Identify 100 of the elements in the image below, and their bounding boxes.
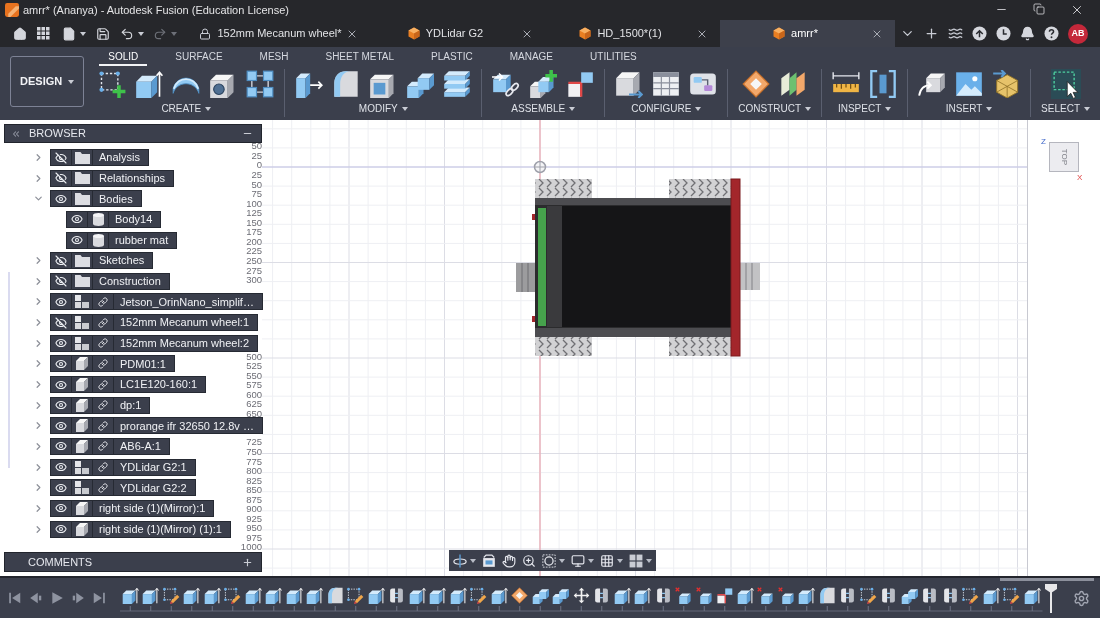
bell-icon[interactable]: [1020, 26, 1035, 41]
cubes-plus-icon[interactable]: [529, 70, 558, 98]
box-arrow-icon[interactable]: [183, 587, 201, 604]
cube-cross-icon[interactable]: [757, 587, 775, 604]
overlapping-cubes-icon[interactable]: [531, 587, 549, 604]
eye-slash-icon[interactable]: [55, 275, 67, 288]
hand-icon[interactable]: [502, 553, 516, 568]
rounded-block-icon[interactable]: [332, 70, 361, 98]
box-side-arrow-icon[interactable]: [615, 70, 644, 98]
circle-arrow-icon[interactable]: [972, 26, 987, 41]
group-menu[interactable]: INSPECT: [837, 103, 892, 115]
group-menu[interactable]: CREATE: [161, 103, 212, 115]
fit-icon[interactable]: [542, 553, 556, 568]
box-arrow-icon[interactable]: [736, 587, 754, 604]
toolbar-tab[interactable]: MANAGE: [500, 50, 563, 66]
toolbar-tab[interactable]: MESH: [250, 50, 298, 66]
box-arrow-icon[interactable]: [982, 587, 1000, 604]
play-icon[interactable]: [50, 591, 64, 605]
browser-item[interactable]: prorange ifr 32650 12.8v …: [50, 417, 263, 435]
help-icon[interactable]: [1044, 26, 1059, 41]
eye-slash-icon[interactable]: [55, 254, 67, 267]
box-arrow-icon[interactable]: [429, 587, 447, 604]
browser-item[interactable]: Relationships: [50, 169, 175, 187]
paired-blocks-icon[interactable]: [921, 587, 939, 604]
group-menu[interactable]: SELECT: [1041, 103, 1090, 115]
four-way-arrow-icon[interactable]: [572, 587, 590, 604]
box-arrow-icon[interactable]: [306, 587, 324, 604]
browser-item[interactable]: 152mm Mecanum wheel:1: [50, 314, 258, 332]
user-avatar[interactable]: AB: [1068, 23, 1088, 44]
browser-item[interactable]: Sketches: [50, 252, 154, 270]
chevron-right-icon[interactable]: [33, 502, 44, 514]
wave-lines-icon[interactable]: [948, 26, 963, 41]
toolbar-tab[interactable]: SHEET METAL: [316, 50, 403, 66]
box-arrow-icon[interactable]: [798, 587, 816, 604]
restore-icon[interactable]: [1033, 3, 1045, 15]
browser-item[interactable]: right side (1)(Mirror):1: [50, 499, 215, 517]
skip-forward-icon[interactable]: [92, 591, 106, 605]
timeline-marker-icon[interactable]: [1043, 583, 1058, 613]
scrollbar[interactable]: [1000, 578, 1094, 581]
eye-icon[interactable]: [55, 419, 67, 432]
sketch-pencil-icon[interactable]: [859, 587, 877, 604]
collapse-icon[interactable]: [11, 128, 21, 139]
eye-icon[interactable]: [71, 213, 83, 226]
toolbar-tab[interactable]: UTILITIES: [581, 50, 646, 66]
parallel-planes-icon[interactable]: [779, 70, 808, 98]
box-arrow-icon[interactable]: [285, 587, 303, 604]
browser-item[interactable]: dp:1: [50, 396, 151, 414]
workspace-button[interactable]: DESIGN: [10, 56, 85, 107]
cube-cross-icon[interactable]: [695, 587, 713, 604]
undo-icon[interactable]: [120, 26, 134, 41]
eye-slash-icon[interactable]: [55, 316, 67, 329]
box-chain-icon[interactable]: [492, 70, 521, 98]
stacked-slabs-icon[interactable]: [443, 70, 472, 98]
box-arrow-icon[interactable]: [135, 70, 164, 98]
group-menu[interactable]: CONSTRUCT: [738, 103, 812, 115]
sketch-pencil-icon[interactable]: [470, 587, 488, 604]
file-icon[interactable]: [62, 26, 76, 41]
eye-icon[interactable]: [55, 378, 67, 391]
browser-item[interactable]: Jetson_OrinNano_simplif…: [50, 293, 263, 311]
table-icon[interactable]: [652, 70, 681, 98]
cube-cross-icon[interactable]: [675, 587, 693, 604]
step-forward-icon[interactable]: [71, 591, 85, 605]
eye-icon[interactable]: [55, 337, 67, 350]
plane-diamond-icon[interactable]: [742, 70, 771, 98]
eye-icon[interactable]: [55, 523, 67, 536]
box-arrow-icon[interactable]: [490, 587, 508, 604]
box-arrow-icon[interactable]: [244, 587, 262, 604]
browser-item[interactable]: 152mm Mecanum wheel:2: [50, 334, 258, 352]
box-arrow-icon[interactable]: [613, 587, 631, 604]
box-arrow-icon[interactable]: [367, 587, 385, 604]
plane-diamond-icon[interactable]: [511, 587, 529, 604]
view-cube[interactable]: TOP: [1049, 142, 1079, 172]
sketch-pencil-icon[interactable]: [224, 587, 242, 604]
browser-item[interactable]: PDM01:1: [50, 355, 175, 373]
box-arrow-icon[interactable]: [142, 587, 160, 604]
eye-icon[interactable]: [55, 399, 67, 412]
scrollbar[interactable]: [8, 272, 10, 468]
eye-icon[interactable]: [55, 461, 67, 474]
settings-icon[interactable]: [1073, 589, 1090, 607]
grid-icon[interactable]: [600, 553, 614, 568]
browser-item[interactable]: LC1E120-160:1: [50, 376, 207, 394]
browser-item[interactable]: Construction: [50, 272, 170, 290]
eye-slash-icon[interactable]: [55, 172, 67, 185]
browser-item[interactable]: Bodies: [50, 190, 142, 208]
eye-icon[interactable]: [55, 440, 67, 453]
paired-blocks-icon[interactable]: [593, 587, 611, 604]
plus-icon[interactable]: [242, 556, 253, 568]
paired-blocks-icon[interactable]: [839, 587, 857, 604]
eye-icon[interactable]: [55, 296, 67, 308]
document-tab[interactable]: amrr*: [720, 20, 895, 47]
mesh-polygon-icon[interactable]: [992, 70, 1021, 98]
eye-icon[interactable]: [55, 192, 67, 205]
close-icon[interactable]: [1070, 3, 1084, 17]
eye-icon[interactable]: [55, 502, 67, 515]
browser-item[interactable]: AB6-A:1: [50, 437, 170, 455]
browser-item[interactable]: rubber mat: [66, 231, 178, 249]
select-cursor-icon[interactable]: [1050, 69, 1081, 99]
corner-square-icon[interactable]: [716, 587, 734, 604]
browser-item[interactable]: Analysis: [50, 149, 149, 166]
zoom-icon[interactable]: [522, 553, 536, 568]
